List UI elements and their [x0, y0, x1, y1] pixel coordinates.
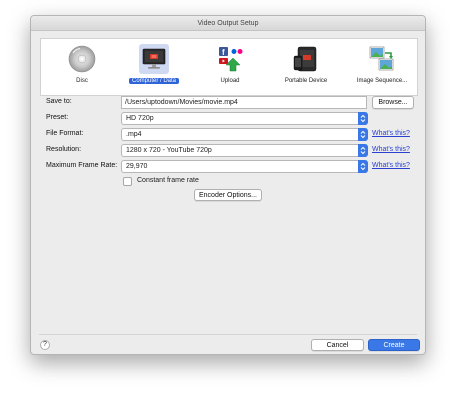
preset-select[interactable]: HD 720p: [121, 112, 368, 125]
frame-rate-help-link[interactable]: What's this?: [372, 162, 410, 169]
toolbar-item-portable-device[interactable]: Portable Device: [271, 44, 341, 96]
file-format-row: File Format: .mp4 What's this?: [31, 128, 425, 142]
toolbar-item-label: Disc: [76, 78, 88, 84]
frame-rate-label: Maximum Frame Rate:: [46, 162, 118, 169]
frame-rate-value: 29,970: [126, 163, 148, 170]
computer-monitor-icon: [139, 44, 169, 74]
file-format-value: .mp4: [126, 131, 142, 138]
footer-divider: [39, 334, 417, 335]
file-format-help-link[interactable]: What's this?: [372, 130, 410, 137]
video-output-setup-window: Video Output Setup Disc Computer / Data …: [30, 15, 426, 355]
upload-icon: f: [215, 44, 245, 74]
constant-frame-rate-checkbox[interactable]: [123, 177, 132, 186]
chevron-updown-icon: [358, 112, 368, 125]
chevron-updown-icon: [358, 128, 368, 141]
toolbar-item-label: Upload: [220, 78, 240, 84]
toolbar-item-disc[interactable]: Disc: [47, 44, 117, 96]
chevron-updown-icon: [358, 144, 368, 157]
resolution-row: Resolution: 1280 x 720 - YouTube 720p Wh…: [31, 144, 425, 158]
chevron-updown-icon: [358, 160, 368, 173]
constant-frame-rate-row: Constant frame rate: [31, 176, 425, 190]
disc-icon: [67, 44, 97, 74]
browse-button[interactable]: Browse...: [372, 96, 414, 109]
toolbar-item-label: Portable Device: [284, 78, 328, 84]
frame-rate-row: Maximum Frame Rate: 29,970 What's this?: [31, 160, 425, 174]
create-button[interactable]: Create: [368, 339, 420, 351]
output-type-toolbar: Disc Computer / Data f Upload Portable D…: [40, 38, 418, 96]
resolution-select[interactable]: 1280 x 720 - YouTube 720p: [121, 144, 368, 157]
frame-rate-select[interactable]: 29,970: [121, 160, 368, 173]
svg-text:f: f: [222, 48, 225, 57]
toolbar-item-label: Image Sequence...: [356, 78, 408, 84]
preset-value: HD 720p: [126, 115, 154, 122]
resolution-value: 1280 x 720 - YouTube 720p: [126, 147, 212, 154]
help-button[interactable]: ?: [40, 340, 50, 350]
save-to-field[interactable]: /Users/uptodown/Movies/movie.mp4: [121, 96, 367, 109]
preset-label: Preset:: [46, 114, 69, 121]
cancel-button[interactable]: Cancel: [311, 339, 364, 351]
toolbar-item-label: Computer / Data: [119, 77, 189, 86]
preset-row: Preset: HD 720p: [31, 112, 425, 126]
portable-device-icon: [291, 44, 321, 74]
resolution-label: Resolution:: [46, 146, 82, 153]
file-format-select[interactable]: .mp4: [121, 128, 368, 141]
toolbar-item-upload[interactable]: f Upload: [195, 44, 265, 96]
save-to-row: Save to: /Users/uptodown/Movies/movie.mp…: [31, 96, 425, 110]
constant-frame-rate-label: Constant frame rate: [137, 177, 199, 184]
file-format-label: File Format:: [46, 130, 84, 137]
encoder-options-button[interactable]: Encoder Options...: [194, 189, 262, 201]
resolution-help-link[interactable]: What's this?: [372, 146, 410, 153]
toolbar-item-computer-data[interactable]: Computer / Data: [119, 44, 189, 96]
image-sequence-icon: [367, 44, 397, 74]
window-title: Video Output Setup: [31, 16, 425, 31]
toolbar-item-image-sequence[interactable]: Image Sequence...: [347, 44, 417, 96]
save-to-label: Save to:: [46, 98, 72, 105]
